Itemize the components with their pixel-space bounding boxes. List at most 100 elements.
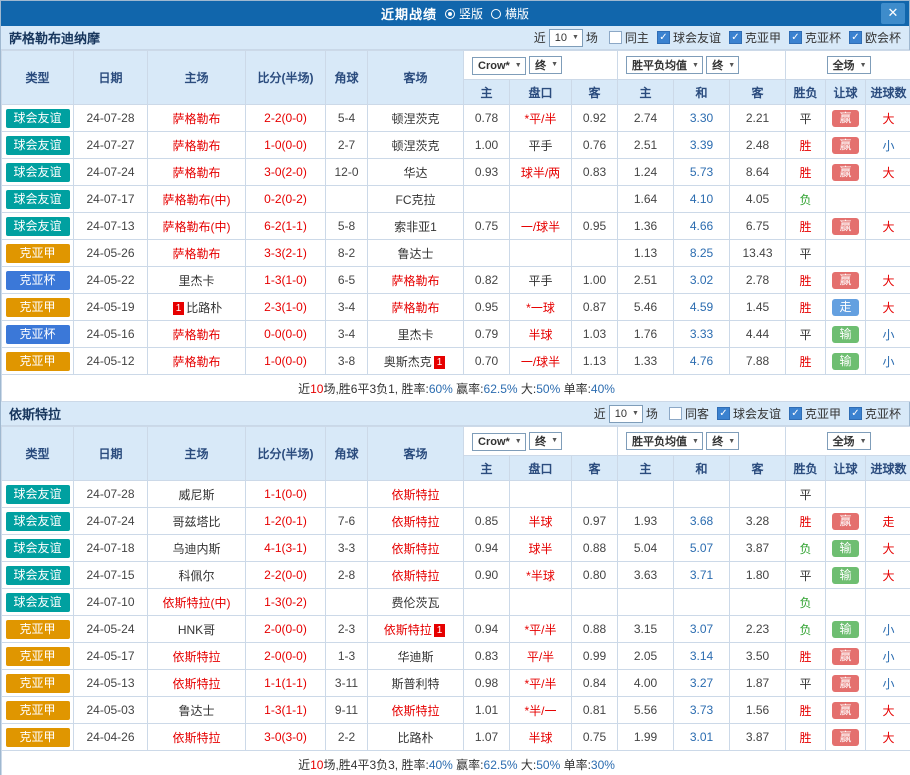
scope-select-0[interactable]: 全场▼ xyxy=(827,56,871,74)
handicap-cell: 球半 xyxy=(510,535,572,562)
checkbox-checked-icon[interactable]: ✓ xyxy=(789,31,802,44)
filter-checkbox[interactable]: ✓球会友谊 xyxy=(657,29,721,46)
close-button[interactable]: ✕ xyxy=(881,3,905,24)
asian-home-odds-cell: 1.07 xyxy=(464,724,510,751)
radio-unselected-icon[interactable] xyxy=(491,9,501,19)
euro-draw-odds-cell: 3.14 xyxy=(674,643,730,670)
filter-checkbox[interactable]: 同主 xyxy=(609,29,649,46)
handicap-cell: *平/半 xyxy=(510,105,572,132)
team-name: 依斯特拉 xyxy=(391,704,439,718)
layout-radio-vertical[interactable]: 竖版 xyxy=(445,5,483,22)
match-type-badge: 球会友谊 xyxy=(6,566,70,585)
summary-part: 10 xyxy=(310,758,323,772)
games-label: 场 xyxy=(646,405,658,422)
euro-draw-odds-cell: 3.07 xyxy=(674,616,730,643)
europe-stage-value: 终 xyxy=(712,57,723,73)
checkbox-checked-icon[interactable]: ✓ xyxy=(729,31,742,44)
scope-select-1[interactable]: 全场▼ xyxy=(827,432,871,450)
filter-checkbox[interactable]: ✓克亚杯 xyxy=(789,29,841,46)
match-row: 克亚甲24-05-03鲁达士1-3(1-1)9-11依斯特拉1.01*半/一0.… xyxy=(2,697,910,724)
europe-odds-select-0[interactable]: 胜平负均值▼ xyxy=(626,56,703,74)
away-team-cell: 萨格勒布 xyxy=(368,294,464,321)
euro-away-odds-cell: 4.05 xyxy=(730,186,786,213)
team-name: 依斯特拉 xyxy=(391,515,439,529)
euro-home-odds-cell: 1.93 xyxy=(618,508,674,535)
odds-company-value: Crow* xyxy=(478,60,510,72)
goals-cell: 小 xyxy=(866,616,910,643)
score-cell: 1-1(0-0) xyxy=(246,481,326,508)
checkbox-checked-icon[interactable]: ✓ xyxy=(849,407,862,420)
team-name: 比路朴 xyxy=(186,301,222,315)
home-team-cell: 萨格勒布 xyxy=(148,159,246,186)
europe-stage-select-1[interactable]: 终▼ xyxy=(706,432,739,450)
checkbox-unchecked-icon[interactable] xyxy=(609,31,622,44)
home-team-cell: 依斯特拉(中) xyxy=(148,589,246,616)
result-cell: 平 xyxy=(786,481,826,508)
team-name: HNK哥 xyxy=(178,623,215,637)
asian-home-odds-cell: 0.85 xyxy=(464,508,510,535)
euro-draw-odds-cell: 4.66 xyxy=(674,213,730,240)
checkbox-checked-icon[interactable]: ✓ xyxy=(657,31,670,44)
team-name: 萨格勒布 xyxy=(172,328,220,342)
checkbox-checked-icon[interactable]: ✓ xyxy=(789,407,802,420)
type-cell: 克亚杯 xyxy=(2,321,74,348)
handicap-result-cell xyxy=(826,186,866,213)
asian-stage-select-1[interactable]: 终▼ xyxy=(529,432,562,450)
away-team-cell: 斯普利特 xyxy=(368,670,464,697)
filter-checkbox[interactable]: ✓克亚杯 xyxy=(849,405,901,422)
type-cell: 球会友谊 xyxy=(2,481,74,508)
col-header-date: 日期 xyxy=(74,51,148,105)
corners-cell: 1-3 xyxy=(326,643,368,670)
summary-part: 场,胜6平3负1, 胜率: xyxy=(323,382,428,396)
match-type-badge: 球会友谊 xyxy=(6,593,70,612)
filter-checkbox[interactable]: ✓克亚甲 xyxy=(789,405,841,422)
europe-odds-select-1[interactable]: 胜平负均值▼ xyxy=(626,432,703,450)
filter-checkbox[interactable]: ✓球会友谊 xyxy=(717,405,781,422)
checkbox-unchecked-icon[interactable] xyxy=(669,407,682,420)
asian-home-odds-cell: 0.95 xyxy=(464,294,510,321)
team-name: 依斯特拉 xyxy=(172,677,220,691)
col-header-away: 客场 xyxy=(368,427,464,481)
chevron-down-icon: ▼ xyxy=(551,437,558,444)
euro-home-odds-cell: 2.51 xyxy=(618,267,674,294)
date-cell: 24-04-26 xyxy=(74,724,148,751)
match-type-badge: 克亚甲 xyxy=(6,701,70,720)
checkbox-checked-icon[interactable]: ✓ xyxy=(717,407,730,420)
europe-stage-select-0[interactable]: 终▼ xyxy=(706,56,739,74)
filter-checkbox-label: 同主 xyxy=(625,29,649,46)
asian-home-odds-cell: 0.82 xyxy=(464,267,510,294)
odds-company-select-1[interactable]: Crow*▼ xyxy=(472,433,526,451)
col-header-euro-home: 主 xyxy=(618,80,674,105)
match-type-badge: 球会友谊 xyxy=(6,485,70,504)
team-name: FC克拉 xyxy=(396,193,436,207)
goals-cell: 大 xyxy=(866,267,910,294)
checkbox-checked-icon[interactable]: ✓ xyxy=(849,31,862,44)
type-cell: 球会友谊 xyxy=(2,186,74,213)
filter-checkbox[interactable]: ✓克亚甲 xyxy=(729,29,781,46)
results-table-1: 类型 日期 主场 比分(半场) 角球 客场 Crow*▼ 终▼ 胜平负均值▼ 终… xyxy=(1,426,910,775)
filter-checkbox[interactable]: 同客 xyxy=(669,405,709,422)
handicap-result-cell: 输 xyxy=(826,562,866,589)
team-name: 萨格勒布 xyxy=(172,139,220,153)
rounds-value: 10 xyxy=(555,32,567,44)
euro-home-odds-cell: 1.33 xyxy=(618,348,674,375)
filter-checkbox[interactable]: ✓欧会杯 xyxy=(849,29,901,46)
away-team-cell: FC克拉 xyxy=(368,186,464,213)
rounds-select-0[interactable]: 10▼ xyxy=(549,29,583,47)
layout-radio-horizontal[interactable]: 横版 xyxy=(491,5,529,22)
score-cell: 2-0(0-0) xyxy=(246,616,326,643)
euro-draw-odds-cell: 3.30 xyxy=(674,105,730,132)
chevron-down-icon: ▼ xyxy=(692,62,699,69)
summary-part: 30% xyxy=(591,758,615,772)
chevron-down-icon: ▼ xyxy=(692,438,699,445)
away-team-cell: 顿涅茨克 xyxy=(368,132,464,159)
odds-company-select-0[interactable]: Crow*▼ xyxy=(472,57,526,75)
handicap-result-badge: 赢 xyxy=(832,272,859,289)
chevron-down-icon: ▼ xyxy=(860,62,867,69)
radio-selected-icon[interactable] xyxy=(445,9,455,19)
filter-checkbox-label: 克亚甲 xyxy=(805,405,841,422)
rounds-select-1[interactable]: 10▼ xyxy=(609,405,643,423)
asian-stage-select-0[interactable]: 终▼ xyxy=(529,56,562,74)
type-cell: 球会友谊 xyxy=(2,508,74,535)
corners-cell xyxy=(326,589,368,616)
